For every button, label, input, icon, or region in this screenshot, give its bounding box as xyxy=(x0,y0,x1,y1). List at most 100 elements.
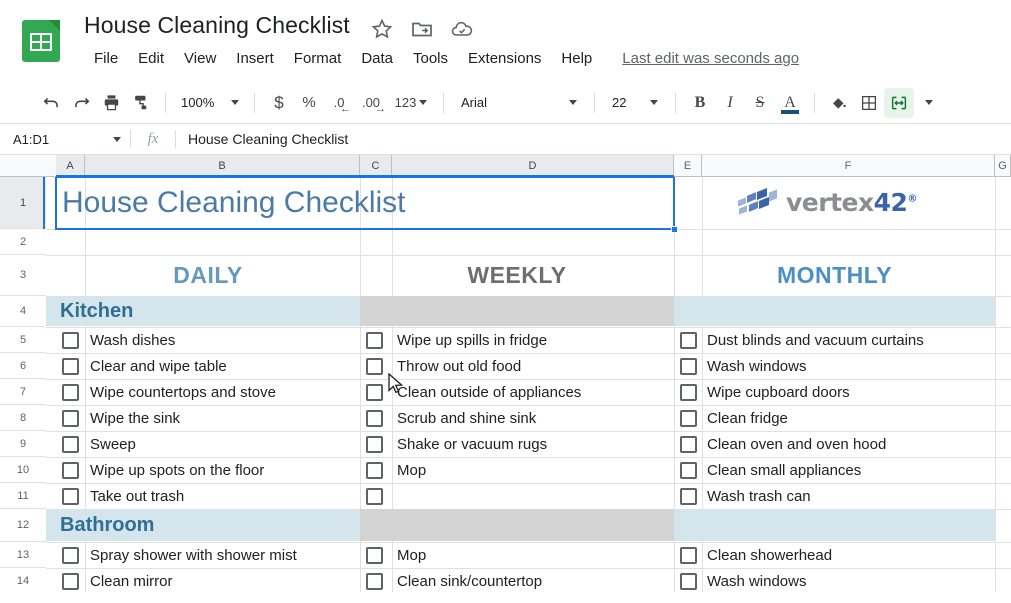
row-header-4[interactable]: 4 xyxy=(0,296,46,327)
print-icon[interactable] xyxy=(96,88,126,118)
checkbox-weekly[interactable] xyxy=(366,546,383,564)
bold-button[interactable]: B xyxy=(685,88,715,118)
formula-bar: A1:D1 fx House Cleaning Checklist xyxy=(0,123,1011,155)
sheets-app-icon[interactable] xyxy=(22,20,60,62)
title-cell[interactable]: House Cleaning Checklist xyxy=(62,177,406,229)
borders-icon[interactable] xyxy=(854,88,884,118)
checkbox-daily[interactable] xyxy=(62,383,79,401)
row-header-9[interactable]: 9 xyxy=(0,431,46,457)
row-header-2[interactable]: 2 xyxy=(0,229,46,255)
italic-button[interactable]: I xyxy=(715,88,745,118)
row-header-10[interactable]: 10 xyxy=(0,457,46,483)
row-header-7[interactable]: 7 xyxy=(0,379,46,405)
checkbox-weekly[interactable] xyxy=(366,383,383,401)
merge-cells-icon[interactable] xyxy=(884,87,914,118)
increase-decimal-button[interactable]: .00 → xyxy=(354,88,388,118)
column-header-f[interactable]: F xyxy=(702,155,995,177)
decrease-decimal-button[interactable]: .0 ← xyxy=(324,88,354,118)
column-header-g[interactable]: G xyxy=(995,155,1011,177)
menu-item-data[interactable]: Data xyxy=(351,48,403,69)
checkbox-monthly[interactable] xyxy=(680,461,697,479)
checklist-item-daily: Wipe the sink xyxy=(90,409,181,427)
name-box[interactable]: A1:D1 xyxy=(0,124,130,154)
checkbox-weekly[interactable] xyxy=(366,409,383,427)
checkbox-daily[interactable] xyxy=(62,572,79,590)
menu-item-extensions[interactable]: Extensions xyxy=(458,48,551,69)
column-header-d[interactable]: D xyxy=(392,155,674,177)
fill-color-icon[interactable] xyxy=(824,88,854,118)
checkbox-monthly[interactable] xyxy=(680,331,697,349)
checkbox-daily[interactable] xyxy=(62,435,79,453)
menu-item-help[interactable]: Help xyxy=(551,48,602,69)
checkbox-weekly[interactable] xyxy=(366,487,383,505)
redo-icon[interactable] xyxy=(66,88,96,118)
number-format-selector[interactable]: 123 xyxy=(388,88,434,118)
checkbox-monthly[interactable] xyxy=(680,409,697,427)
checkbox-monthly[interactable] xyxy=(680,383,697,401)
row-header-5[interactable]: 5 xyxy=(0,327,46,353)
row-header-label: 2 xyxy=(19,235,27,248)
checkbox-daily[interactable] xyxy=(62,409,79,427)
checkbox-weekly[interactable] xyxy=(366,461,383,479)
menu-item-format[interactable]: Format xyxy=(284,48,352,69)
row-header-13[interactable]: 13 xyxy=(0,542,46,568)
checkbox-monthly[interactable] xyxy=(680,546,697,564)
formula-input[interactable]: House Cleaning Checklist xyxy=(176,131,1011,147)
undo-icon[interactable] xyxy=(36,88,66,118)
checkbox-monthly[interactable] xyxy=(680,357,697,375)
menu-item-view[interactable]: View xyxy=(174,48,226,69)
move-to-folder-icon[interactable] xyxy=(410,17,434,41)
checkbox-weekly[interactable] xyxy=(366,331,383,349)
column-header-label: A xyxy=(66,160,74,172)
row-header-1[interactable]: 1 xyxy=(0,177,46,229)
menu-item-edit[interactable]: Edit xyxy=(128,48,174,69)
currency-format-button[interactable]: $ xyxy=(264,88,294,118)
checkbox-daily[interactable] xyxy=(62,487,79,505)
checkbox-daily[interactable] xyxy=(62,461,79,479)
strikethrough-button[interactable]: S xyxy=(745,88,775,118)
logo-shard xyxy=(749,201,758,212)
checkbox-daily[interactable] xyxy=(62,357,79,375)
checkbox-monthly[interactable] xyxy=(680,487,697,505)
text-color-button[interactable]: A xyxy=(775,88,805,118)
column-header-label: D xyxy=(528,160,537,172)
column-header-label: E xyxy=(683,160,692,172)
row-header-11[interactable]: 11 xyxy=(0,483,46,509)
vertex42-logo: vertex42® xyxy=(738,186,917,218)
checklist-item-daily: Clean mirror xyxy=(90,572,173,590)
paint-format-icon[interactable] xyxy=(126,88,156,118)
menu-item-insert[interactable]: Insert xyxy=(226,48,284,69)
star-icon[interactable] xyxy=(370,17,394,41)
zoom-selector[interactable]: 100% xyxy=(175,89,245,117)
checklist-item-weekly: Clean sink/countertop xyxy=(397,572,543,590)
row-header-12[interactable]: 12 xyxy=(0,509,46,542)
checkbox-monthly[interactable] xyxy=(680,572,697,590)
column-header-e[interactable]: E xyxy=(674,155,702,177)
row-header-14[interactable]: 14 xyxy=(0,568,46,592)
more-options-icon[interactable] xyxy=(914,88,944,118)
toolbar: 100% $ % .0 ← .00 → 123 Arial 22 B I S A xyxy=(0,82,1011,123)
column-header-a[interactable]: A xyxy=(56,155,85,177)
menu-item-file[interactable]: File xyxy=(84,48,128,69)
column-header-c[interactable]: C xyxy=(360,155,392,177)
row-header-8[interactable]: 8 xyxy=(0,405,46,431)
last-edit-status[interactable]: Last edit was seconds ago xyxy=(622,50,799,67)
checkbox-daily[interactable] xyxy=(62,546,79,564)
row-header-3[interactable]: 3 xyxy=(0,255,46,296)
menu-item-tools[interactable]: Tools xyxy=(403,48,458,69)
column-header-b[interactable]: B xyxy=(85,155,360,177)
checklist-item-monthly: Wash windows xyxy=(707,357,807,375)
checklist-item-daily: Spray shower with shower mist xyxy=(90,546,297,564)
checkbox-weekly[interactable] xyxy=(366,572,383,590)
fill-handle[interactable] xyxy=(671,226,678,233)
percent-format-button[interactable]: % xyxy=(294,88,324,118)
cloud-saved-icon[interactable] xyxy=(450,17,474,41)
row-header-6[interactable]: 6 xyxy=(0,353,46,379)
checkbox-monthly[interactable] xyxy=(680,435,697,453)
font-size-selector[interactable]: 22 xyxy=(604,89,666,117)
document-title[interactable]: House Cleaning Checklist xyxy=(84,12,350,39)
font-family-selector[interactable]: Arial xyxy=(453,89,585,117)
checkbox-weekly[interactable] xyxy=(366,357,383,375)
checkbox-daily[interactable] xyxy=(62,331,79,349)
checkbox-weekly[interactable] xyxy=(366,435,383,453)
